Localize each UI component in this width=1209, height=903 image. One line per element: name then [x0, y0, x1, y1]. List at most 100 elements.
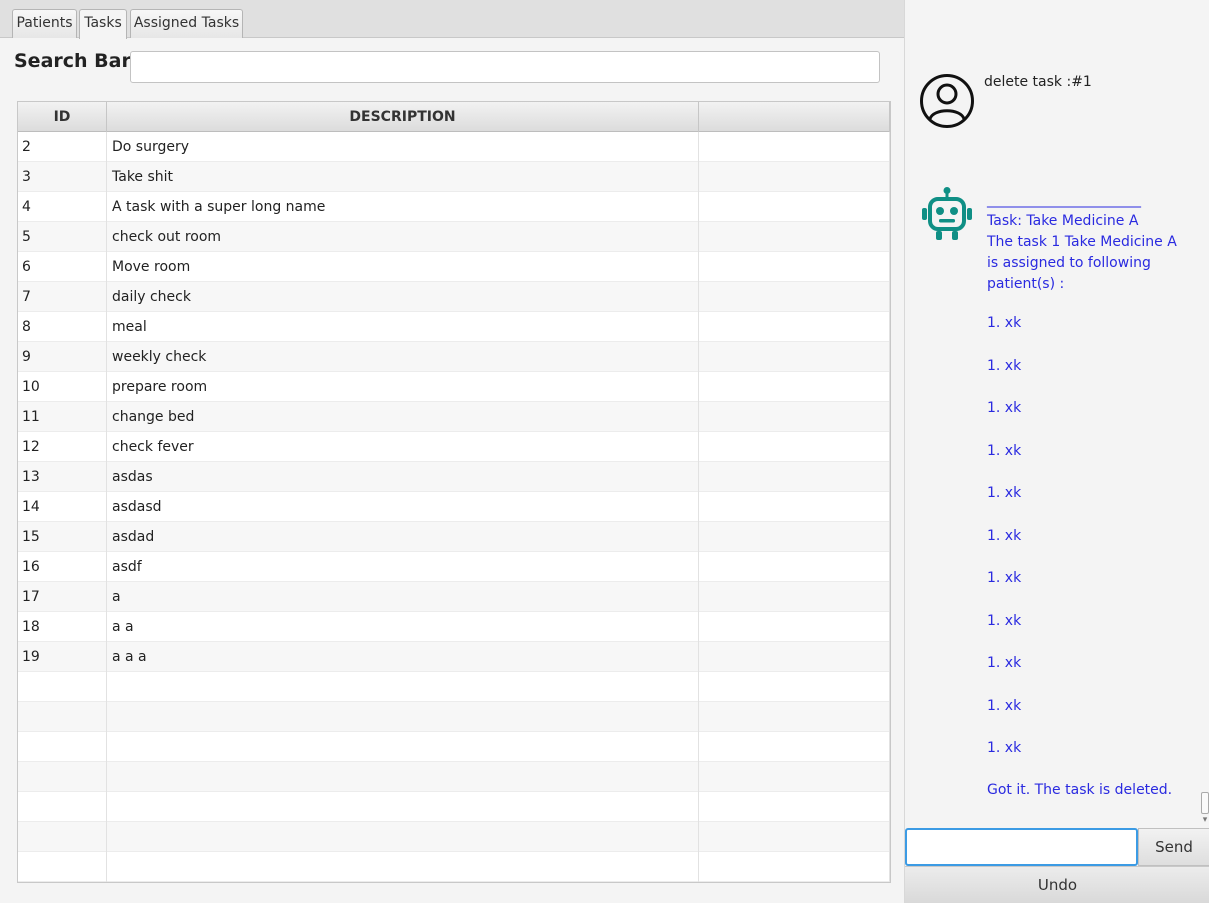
table-row[interactable] — [18, 792, 890, 822]
cell-extra — [699, 282, 890, 312]
table-row[interactable]: 6 Move room — [18, 252, 890, 282]
table-row[interactable]: 2 Do surgery — [18, 132, 890, 162]
column-header-description[interactable]: DESCRIPTION — [107, 102, 699, 132]
cell-description: asdasd — [107, 492, 699, 522]
cell-id — [18, 792, 107, 822]
cell-description — [107, 672, 699, 702]
cell-id: 3 — [18, 162, 107, 192]
cell-extra — [699, 222, 890, 252]
cell-extra — [699, 432, 890, 462]
tasks-table: ID DESCRIPTION 2 Do surgery 3 Take shit 4 A t… — [17, 101, 891, 883]
cell-id — [18, 732, 107, 762]
cell-description: change bed — [107, 402, 699, 432]
table-row[interactable]: 12 check fever — [18, 432, 890, 462]
bot-list-item: 1. xk — [987, 485, 1022, 501]
cell-extra — [699, 582, 890, 612]
cell-description — [107, 822, 699, 852]
search-label: Search Bar — [14, 50, 131, 72]
bot-message-header: ______________________ Task: Take Medicin… — [987, 190, 1197, 295]
cell-extra — [699, 552, 890, 582]
table-row[interactable]: 17 a — [18, 582, 890, 612]
tab-tasks[interactable]: Tasks — [79, 9, 127, 39]
chat-pane: delete task :#1 ______________________ Ta… — [904, 0, 1209, 903]
cell-extra — [699, 132, 890, 162]
table-row[interactable]: 7 daily check — [18, 282, 890, 312]
bot-list-item: 1. xk — [987, 655, 1022, 671]
bot-message-line: is assigned to following — [987, 255, 1151, 271]
cell-id: 9 — [18, 342, 107, 372]
search-input[interactable] — [130, 51, 880, 83]
table-row[interactable] — [18, 732, 890, 762]
cell-extra — [699, 372, 890, 402]
cell-id: 12 — [18, 432, 107, 462]
table-row[interactable]: 19 a a a — [18, 642, 890, 672]
cell-extra — [699, 852, 890, 882]
table-row[interactable]: 14 asdasd — [18, 492, 890, 522]
cell-id — [18, 702, 107, 732]
cell-description: meal — [107, 312, 699, 342]
cell-id: 16 — [18, 552, 107, 582]
tab-assigned-tasks[interactable]: Assigned Tasks — [130, 9, 243, 38]
scrollbar-thumb[interactable] — [1201, 792, 1209, 814]
cell-id: 18 — [18, 612, 107, 642]
chat-input[interactable] — [905, 828, 1138, 866]
cell-description: check out room — [107, 222, 699, 252]
cell-extra — [699, 612, 890, 642]
send-button[interactable]: Send — [1138, 828, 1209, 866]
column-header-id[interactable]: ID — [18, 102, 107, 132]
bot-list-item: 1. xk — [987, 697, 1022, 714]
cell-description: a — [107, 582, 699, 612]
table-row[interactable]: 3 Take shit — [18, 162, 890, 192]
table-row[interactable]: 13 asdas — [18, 462, 890, 492]
cell-id: 19 — [18, 642, 107, 672]
cell-description: a a a — [107, 642, 699, 672]
cell-description: asdas — [107, 462, 699, 492]
table-row[interactable]: 11 change bed — [18, 402, 890, 432]
table-row[interactable]: 16 asdf — [18, 552, 890, 582]
cell-description — [107, 702, 699, 732]
cell-description: weekly check — [107, 342, 699, 372]
table-row[interactable]: 18 a a — [18, 612, 890, 642]
chat-log: delete task :#1 ______________________ Ta… — [905, 0, 1199, 828]
cell-id — [18, 762, 107, 792]
cell-extra — [699, 192, 890, 222]
cell-extra — [699, 252, 890, 282]
table-row[interactable]: 5 check out room — [18, 222, 890, 252]
robot-avatar-icon — [919, 186, 975, 242]
scroll-down-icon[interactable]: ▾ — [1200, 815, 1209, 825]
table-row[interactable] — [18, 702, 890, 732]
bot-list-item: 1. xk — [987, 400, 1022, 416]
table-row[interactable]: 15 asdad — [18, 522, 890, 552]
table-row[interactable] — [18, 762, 890, 792]
cell-id: 6 — [18, 252, 107, 282]
cell-id — [18, 852, 107, 882]
cell-id — [18, 672, 107, 702]
bot-list-item: 1. xk — [987, 740, 1022, 756]
table-row[interactable]: 10 prepare room — [18, 372, 890, 402]
chat-scrollbar[interactable]: ▾ — [1199, 0, 1209, 828]
user-message: delete task :#1 — [984, 74, 1092, 90]
cell-extra — [699, 642, 890, 672]
column-header-extra[interactable] — [699, 102, 890, 132]
cell-description — [107, 852, 699, 882]
table-row[interactable]: 8 meal — [18, 312, 890, 342]
bot-list-item: 1. xk — [987, 570, 1022, 586]
cell-description — [107, 792, 699, 822]
table-row[interactable] — [18, 672, 890, 702]
table-row[interactable] — [18, 852, 890, 882]
cell-description: A task with a super long name — [107, 192, 699, 222]
bot-list-item: 1. xk — [987, 357, 1022, 374]
table-row[interactable] — [18, 822, 890, 852]
cell-extra — [699, 492, 890, 522]
table-row[interactable]: 9 weekly check — [18, 342, 890, 372]
app-window: Patients Tasks Assigned Tasks Search Bar… — [0, 0, 1209, 903]
undo-button[interactable]: Undo — [905, 866, 1209, 903]
tab-patients[interactable]: Patients — [12, 9, 77, 38]
table-row[interactable]: 4A task with a super long name — [18, 192, 890, 222]
cell-id: 15 — [18, 522, 107, 552]
cell-description: Move room — [107, 252, 699, 282]
cell-extra — [699, 672, 890, 702]
table-body: 2 Do surgery 3 Take shit 4 A task with a supe… — [18, 132, 890, 882]
main-pane: Patients Tasks Assigned Tasks Search Bar… — [0, 0, 904, 903]
cell-description: prepare room — [107, 372, 699, 402]
